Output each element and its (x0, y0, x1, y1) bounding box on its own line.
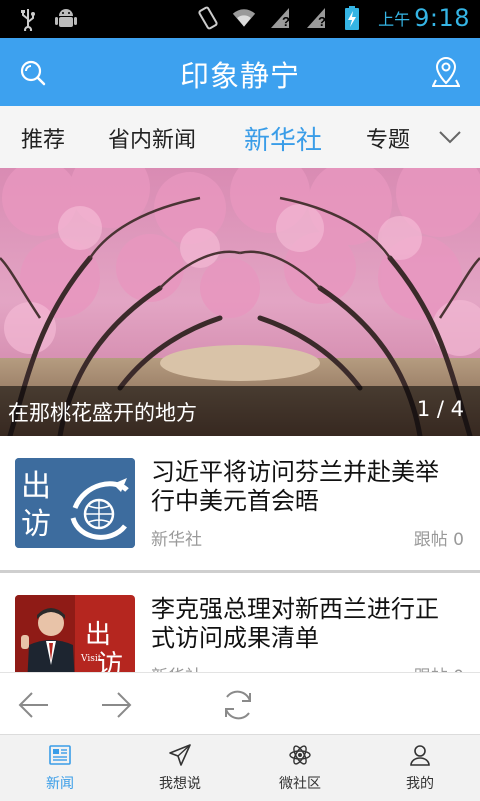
bottom-tab-label: 我想说 (159, 776, 201, 792)
forward-arrow-icon[interactable] (98, 687, 134, 723)
carousel-caption: 在那桃花盛开的地方 (8, 401, 197, 425)
bottom-tab-say[interactable]: 我想说 (120, 735, 240, 801)
category-tabs: 推荐 省内新闻 新华社 专题 (0, 106, 480, 169)
news-item[interactable]: 出 访 Visit 李克强总理对新西兰进行正式访问成果清单 新华社 跟帖 0 (0, 573, 480, 672)
news-headline: 李克强总理对新西兰进行正式访问成果清单 (151, 595, 439, 652)
app-bar: 印象静宁 (0, 38, 480, 106)
news-thumbnail: 出 访 Visit (15, 595, 135, 672)
bottom-tab-news[interactable]: 新闻 (0, 735, 120, 801)
usb-icon (16, 6, 40, 32)
location-icon[interactable] (431, 56, 461, 88)
bottom-tab-community[interactable]: 微社区 (240, 735, 360, 801)
battery-charging-icon (340, 5, 364, 31)
wifi-icon (232, 5, 256, 31)
news-thumbnail: 出 访 (15, 458, 135, 548)
carousel-caption-bar: 在那桃花盛开的地方 1 / 4 (0, 386, 480, 436)
newspaper-icon (48, 743, 72, 767)
chevron-down-icon (439, 131, 461, 144)
tab-recommend[interactable]: 推荐 (21, 122, 65, 154)
tab-xinhua[interactable]: 新华社 (244, 120, 322, 157)
bottom-tab-label: 我的 (406, 776, 434, 792)
hero-carousel[interactable]: 在那桃花盛开的地方 1 / 4 (0, 168, 480, 436)
news-item[interactable]: 出 访 习近平将访问芬兰并赴美举行中美元首会晤 新华社 跟帖 0 (0, 436, 480, 570)
news-source: 新华社 (151, 662, 202, 672)
user-icon (408, 743, 432, 767)
svg-text:?: ? (318, 14, 326, 29)
refresh-icon[interactable] (220, 687, 256, 723)
svg-text:出: 出 (85, 620, 111, 650)
expand-tabs-button[interactable] (420, 106, 480, 168)
svg-text:访: 访 (21, 507, 51, 542)
bottom-tab-mine[interactable]: 我的 (360, 735, 480, 801)
no-signal-icon-2: ? (304, 5, 328, 31)
page-title: 印象静宁 (179, 59, 300, 93)
svg-text:出: 出 (21, 469, 51, 504)
back-arrow-icon[interactable] (16, 687, 52, 723)
status-time: 9:18 (414, 4, 470, 32)
svg-text:Visit: Visit (80, 654, 102, 664)
news-reply-count: 跟帖 0 (414, 662, 464, 672)
bottom-tab-bar: 新闻 我想说 微社区 我的 (0, 734, 480, 801)
vibrate-icon (196, 5, 220, 31)
svg-text:?: ? (282, 14, 290, 29)
status-bar: ? ? 上午 9:18 (0, 0, 480, 38)
paper-plane-icon (168, 743, 192, 767)
tab-provincial-news[interactable]: 省内新闻 (108, 122, 196, 154)
bottom-tab-label: 新闻 (46, 776, 74, 792)
news-source: 新华社 (151, 530, 202, 550)
carousel-counter: 1 / 4 (416, 397, 464, 421)
status-ampm: 上午 (378, 10, 411, 29)
atom-icon (288, 743, 312, 767)
android-debug-icon (54, 6, 78, 32)
navigation-bar (0, 672, 480, 735)
news-reply-count: 跟帖 0 (413, 530, 464, 550)
bottom-tab-label: 微社区 (279, 776, 321, 792)
no-signal-icon: ? (268, 5, 292, 31)
news-headline: 习近平将访问芬兰并赴美举行中美元首会晤 (151, 458, 439, 515)
tab-special[interactable]: 专题 (366, 122, 410, 154)
